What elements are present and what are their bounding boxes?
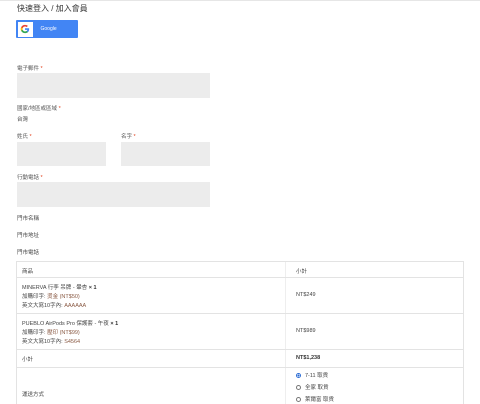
radio-selected-icon[interactable] bbox=[296, 372, 301, 378]
store-address-label: 門市地址 bbox=[17, 233, 40, 239]
surname-field[interactable] bbox=[17, 142, 106, 166]
email-label-text: 電子郵件 bbox=[17, 66, 40, 72]
addon-value: 燙金 (NT$50) bbox=[47, 294, 80, 300]
shipping-row: 運送方式 7-11 取貨 全家 取貨 萊爾富 取貨 bbox=[17, 368, 463, 404]
addon-label: 加購印字: bbox=[22, 294, 46, 300]
table-row: PUEBLO AirPods Pro 保護套 - 午夜 × 1 加購印字: 壓印… bbox=[17, 314, 463, 350]
google-icon bbox=[17, 21, 33, 37]
name-label: 名字 * bbox=[121, 132, 136, 140]
order-summary-table: 商品 小計 MINERVA 行李 吊牌 - 暈杏 × 1 加購印字: 燙金 (N… bbox=[16, 261, 464, 404]
google-button-label: Google bbox=[40, 26, 57, 32]
shipping-option-label: 7-11 取貨 bbox=[305, 373, 329, 379]
product-name-text: MINERVA 行李 吊牌 - 暈杏 bbox=[22, 285, 88, 291]
subtotal-value: NT$1,238 bbox=[296, 355, 321, 361]
product-addon: 加購印字: 壓印 (NT$99) bbox=[22, 328, 80, 336]
engraving-label: 英文大寫10字內: bbox=[22, 303, 63, 309]
addon-value: 壓印 (NT$99) bbox=[47, 330, 80, 336]
engraving-value: S4564 bbox=[64, 339, 81, 345]
surname-label-text: 姓氏 bbox=[17, 134, 29, 140]
shipping-label: 運送方式 bbox=[22, 392, 45, 398]
phone-field[interactable] bbox=[17, 182, 210, 207]
shipping-option-label: 萊爾富 取貨 bbox=[305, 397, 335, 403]
product-name: MINERVA 行李 吊牌 - 暈杏 × 1 bbox=[22, 283, 97, 291]
shipping-option-family[interactable]: 全家 取貨 bbox=[296, 383, 329, 391]
phone-label-text: 行動電話 bbox=[17, 175, 40, 181]
engraving-label: 英文大寫10字內: bbox=[22, 339, 63, 345]
required-mark: * bbox=[58, 106, 61, 112]
product-qty: × 1 bbox=[110, 321, 119, 327]
engraving-value: AAAAAA bbox=[64, 303, 87, 309]
country-label: 國家/地區或區域 * bbox=[17, 104, 61, 112]
subtotal-label: 小計 bbox=[22, 357, 34, 363]
country-value: 台灣 bbox=[17, 117, 29, 123]
column-header-subtotal: 小計 bbox=[296, 269, 308, 275]
product-name-text: PUEBLO AirPods Pro 保護套 - 午夜 bbox=[22, 321, 109, 327]
name-field[interactable] bbox=[121, 142, 210, 166]
google-login-button[interactable]: Google bbox=[16, 20, 78, 38]
required-mark: * bbox=[29, 134, 32, 140]
product-price: NT$249 bbox=[296, 292, 316, 298]
page-title: 快速登入 / 加入會員 bbox=[17, 4, 88, 13]
product-addon: 加購印字: 燙金 (NT$50) bbox=[22, 292, 80, 300]
required-mark: * bbox=[40, 66, 43, 72]
country-label-text: 國家/地區或區域 bbox=[17, 106, 58, 112]
surname-label: 姓氏 * bbox=[17, 132, 32, 140]
product-engraving: 英文大寫10字內: S4564 bbox=[22, 337, 80, 345]
table-row: MINERVA 行李 吊牌 - 暈杏 × 1 加購印字: 燙金 (NT$50) … bbox=[17, 278, 463, 314]
radio-icon[interactable] bbox=[296, 396, 301, 402]
required-mark: * bbox=[133, 134, 136, 140]
product-qty: × 1 bbox=[88, 285, 97, 291]
product-price: NT$989 bbox=[296, 328, 316, 334]
column-header-product: 商品 bbox=[22, 269, 34, 275]
name-label-text: 名字 bbox=[121, 134, 133, 140]
phone-label: 行動電話 * bbox=[17, 173, 43, 181]
shipping-option-hilife[interactable]: 萊爾富 取貨 bbox=[296, 395, 334, 403]
top-divider bbox=[0, 0, 480, 1]
shipping-option-label: 全家 取貨 bbox=[305, 385, 329, 391]
shipping-option-711[interactable]: 7-11 取貨 bbox=[296, 371, 328, 379]
product-name: PUEBLO AirPods Pro 保護套 - 午夜 × 1 bbox=[22, 319, 118, 327]
store-phone-label: 門市電話 bbox=[17, 250, 40, 256]
email-field[interactable] bbox=[17, 73, 210, 98]
subtotal-row: 小計 NT$1,238 bbox=[17, 350, 463, 368]
product-engraving: 英文大寫10字內: AAAAAA bbox=[22, 301, 86, 309]
addon-label: 加購印字: bbox=[22, 330, 46, 336]
store-name-label: 門市名稱 bbox=[17, 216, 40, 222]
radio-icon[interactable] bbox=[296, 384, 301, 390]
required-mark: * bbox=[40, 175, 43, 181]
email-label: 電子郵件 * bbox=[17, 64, 43, 72]
table-header-row: 商品 小計 bbox=[17, 262, 463, 278]
